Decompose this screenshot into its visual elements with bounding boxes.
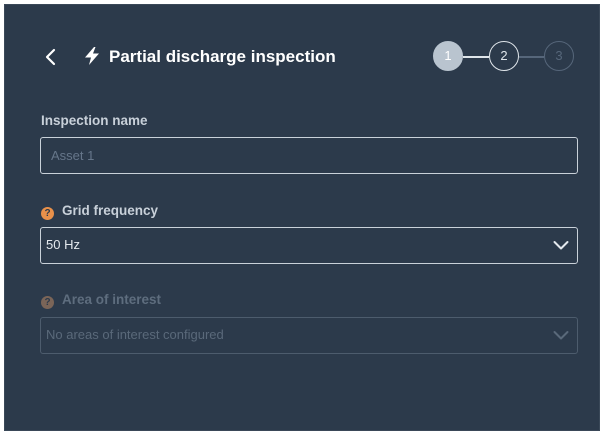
question-circle-icon[interactable]: ? <box>41 207 54 220</box>
step-1[interactable]: 1 <box>433 41 463 71</box>
step-indicator: 1 2 3 <box>433 41 578 73</box>
grid-frequency-value: 50 Hz <box>46 237 80 252</box>
question-circle-icon: ? <box>41 296 54 309</box>
step-3: 3 <box>544 41 574 71</box>
panel-header: Partial discharge inspection 1 2 3 <box>5 5 599 105</box>
chevron-down-icon <box>553 331 569 340</box>
grid-frequency-select[interactable]: 50 Hz <box>40 227 578 264</box>
inspection-name-field[interactable] <box>40 137 578 174</box>
inspection-panel: Partial discharge inspection 1 2 3 Inspe… <box>4 4 600 431</box>
area-of-interest-value: No areas of interest configured <box>46 327 224 342</box>
area-of-interest-select: No areas of interest configured <box>40 317 578 354</box>
chevron-left-icon <box>45 48 56 66</box>
step-connector <box>519 56 544 58</box>
lightning-bolt-icon <box>83 46 101 66</box>
grid-frequency-label-row: ? Grid frequency <box>41 202 158 220</box>
chevron-down-icon <box>553 241 569 250</box>
inspection-name-label: Inspection name <box>41 113 148 128</box>
inspection-name-input[interactable] <box>41 138 577 173</box>
area-of-interest-label: Area of interest <box>62 292 162 307</box>
area-of-interest-label-row: ? Area of interest <box>41 291 161 309</box>
grid-frequency-label: Grid frequency <box>62 203 159 218</box>
page-title: Partial discharge inspection <box>109 47 336 66</box>
back-icon[interactable] <box>41 47 61 67</box>
step-connector <box>463 56 489 58</box>
step-2[interactable]: 2 <box>489 41 519 71</box>
